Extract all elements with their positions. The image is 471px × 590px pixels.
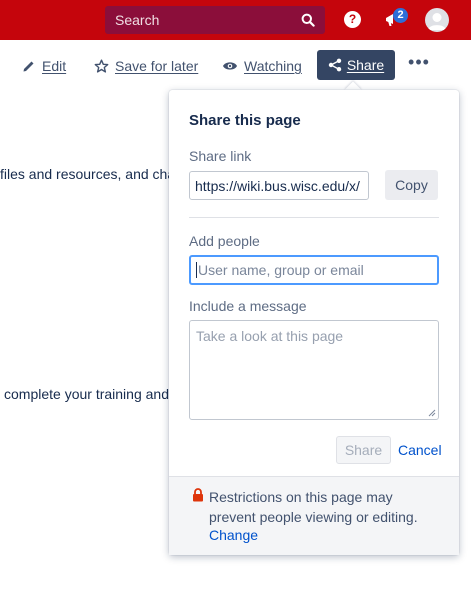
add-people-placeholder: User name, group or email bbox=[198, 262, 364, 278]
share-label: Share bbox=[346, 57, 385, 73]
share-icon bbox=[328, 58, 342, 72]
restrictions-footer: Restrictions on this page may prevent pe… bbox=[169, 476, 459, 555]
more-actions-button[interactable]: ••• bbox=[405, 53, 433, 74]
user-avatar-icon[interactable] bbox=[425, 8, 449, 32]
search-placeholder: Search bbox=[115, 12, 160, 28]
search-icon bbox=[301, 13, 315, 27]
message-placeholder: Take a look at this page bbox=[196, 328, 344, 344]
search-box[interactable]: Search bbox=[105, 6, 325, 34]
message-label: Include a message bbox=[189, 298, 307, 314]
notification-count-badge: 2 bbox=[393, 8, 408, 23]
copy-button[interactable]: Copy bbox=[385, 170, 438, 200]
save-for-later-button[interactable]: Save for later bbox=[94, 56, 198, 76]
save-for-later-label: Save for later bbox=[115, 58, 199, 74]
change-restrictions-link[interactable]: Change bbox=[209, 527, 258, 543]
watching-button[interactable]: Watching bbox=[222, 56, 302, 76]
edit-label: Edit bbox=[42, 58, 67, 74]
page-body-text: files and resources, and cha bbox=[0, 166, 176, 182]
cancel-link[interactable]: Cancel bbox=[398, 442, 442, 458]
text-cursor bbox=[196, 262, 197, 278]
help-icon[interactable]: ? bbox=[344, 11, 361, 28]
pencil-icon bbox=[23, 61, 34, 72]
star-icon bbox=[94, 59, 109, 73]
eye-icon bbox=[223, 62, 237, 70]
lock-icon bbox=[193, 488, 203, 502]
restrictions-message: Restrictions on this page may prevent pe… bbox=[209, 489, 418, 525]
divider bbox=[189, 217, 439, 218]
share-link-label: Share link bbox=[189, 148, 252, 164]
add-people-input[interactable]: User name, group or email bbox=[189, 255, 439, 285]
top-navigation-bar: Search ? 2 bbox=[0, 0, 471, 40]
share-submit-button[interactable]: Share bbox=[336, 436, 391, 464]
share-dialog: Share this page Share link https://wiki.… bbox=[169, 90, 459, 555]
share-button[interactable]: Share bbox=[317, 50, 395, 80]
page-body-text: complete your training and bbox=[4, 386, 169, 402]
dialog-title: Share this page bbox=[189, 112, 301, 129]
edit-button[interactable]: Edit bbox=[22, 56, 66, 76]
watching-label: Watching bbox=[244, 58, 302, 74]
add-people-label: Add people bbox=[189, 233, 260, 249]
share-link-field[interactable]: https://wiki.bus.wisc.edu/x/ bbox=[189, 171, 369, 200]
message-textarea[interactable]: Take a look at this page bbox=[189, 320, 439, 420]
resize-handle-icon[interactable] bbox=[428, 409, 436, 417]
